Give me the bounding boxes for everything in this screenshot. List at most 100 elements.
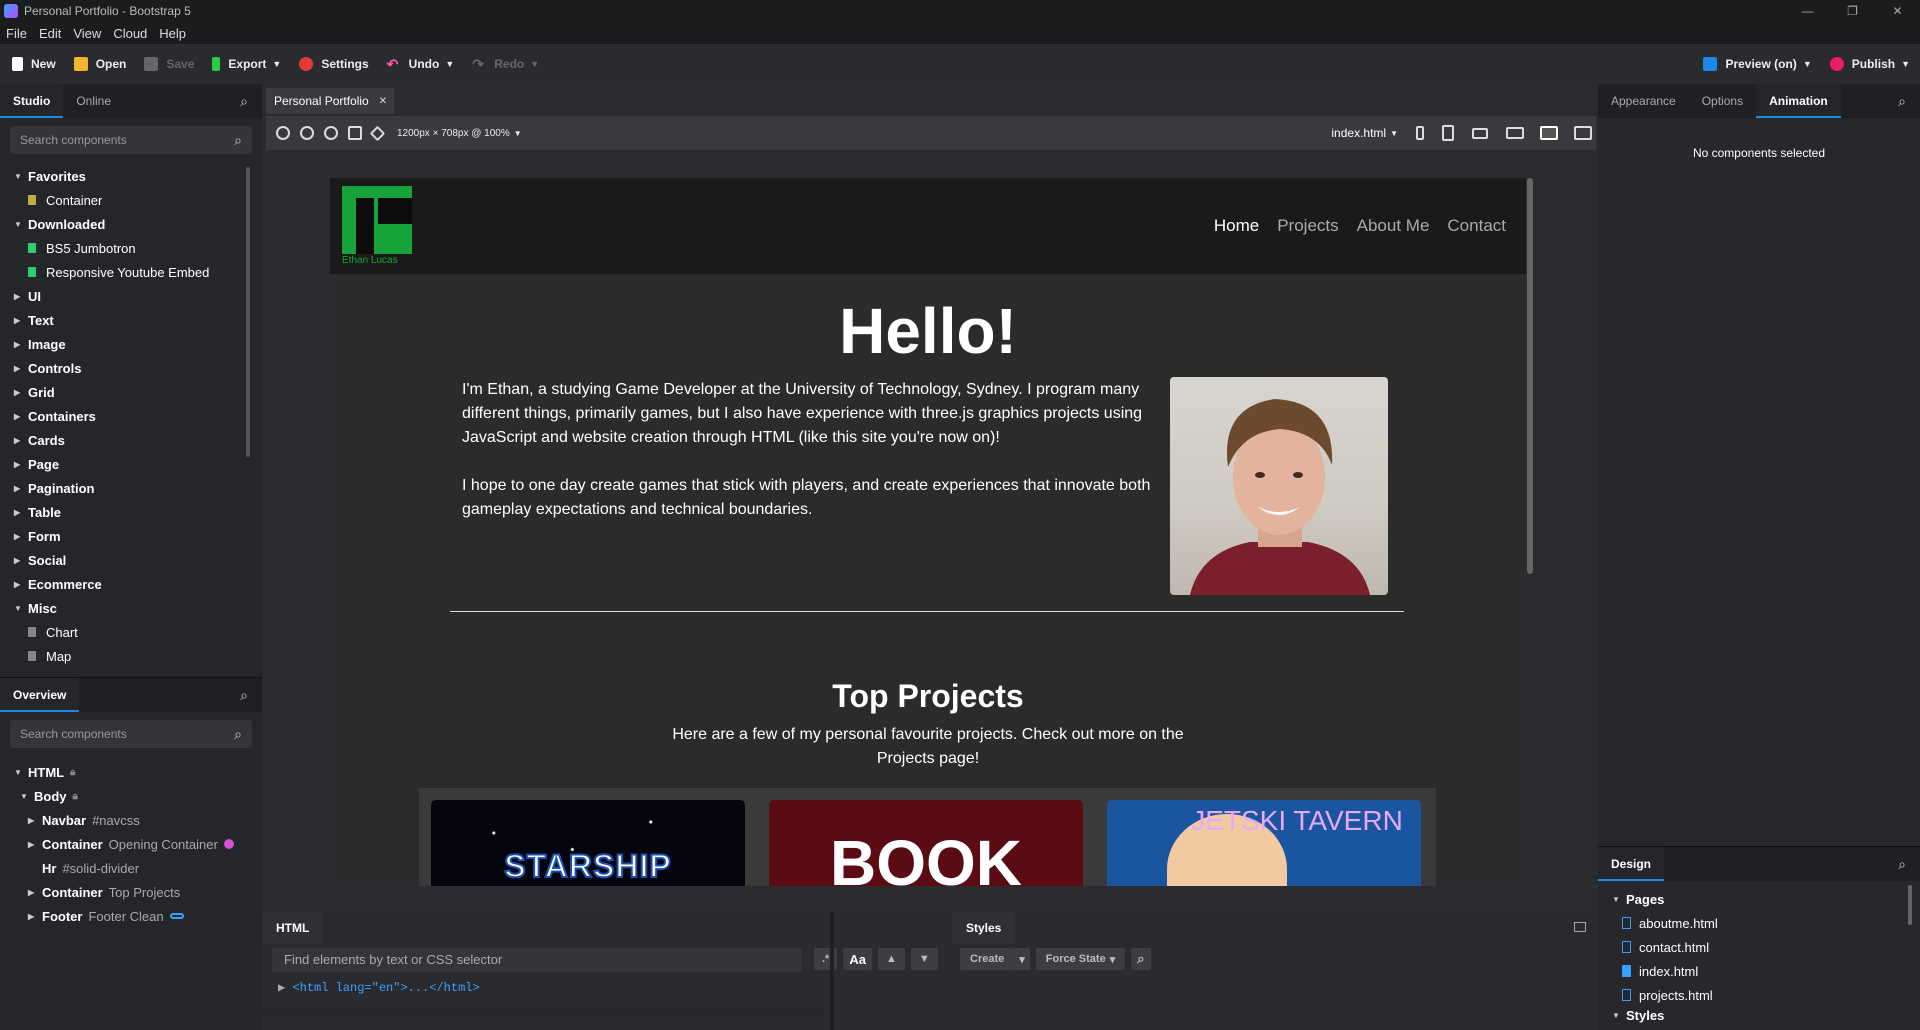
node-hr[interactable]: Hr #solid-divider xyxy=(14,856,262,880)
close-button[interactable]: ✕ xyxy=(1875,0,1920,22)
nav-projects[interactable]: Projects xyxy=(1277,216,1338,236)
menu-file[interactable]: File xyxy=(6,26,27,41)
tree-item-container[interactable]: Container xyxy=(14,188,262,212)
tree-group[interactable]: ▶ Cards xyxy=(14,428,262,452)
node-body[interactable]: ▼ Body 🔒︎ xyxy=(14,784,262,808)
page-select[interactable]: index.html xyxy=(1331,126,1386,140)
tab-overview[interactable]: Overview xyxy=(0,678,80,712)
minimize-button[interactable]: — xyxy=(1785,0,1830,22)
tree-group[interactable]: ▶ Containers xyxy=(14,404,262,428)
preview-scrollbar[interactable] xyxy=(1527,178,1533,574)
device-tablet-landscape-icon[interactable] xyxy=(1472,127,1488,139)
tab-appearance[interactable]: Appearance xyxy=(1598,84,1689,118)
search-icon[interactable]: ⌕ xyxy=(1898,856,1906,873)
open-button[interactable]: Open xyxy=(73,57,126,71)
tab-html[interactable]: HTML xyxy=(262,912,324,944)
expand-icon[interactable] xyxy=(1574,922,1586,932)
tab-design[interactable]: Design xyxy=(1598,847,1665,881)
site-logo[interactable]: Ethan Lucas xyxy=(342,186,412,266)
device-phone-icon[interactable] xyxy=(1416,126,1424,140)
device-laptop-icon[interactable] xyxy=(1506,127,1524,139)
redo-button[interactable]: ↷ Redo ▼ xyxy=(472,57,539,71)
tree-group[interactable]: ▶ Ecommerce xyxy=(14,572,262,596)
device-tablet-icon[interactable] xyxy=(1442,125,1454,141)
tab-styles[interactable]: Styles xyxy=(952,912,1016,944)
tab-studio[interactable]: Studio xyxy=(0,84,64,118)
tree-item-bs5-jumbotron[interactable]: BS5 Jumbotron xyxy=(14,236,262,260)
panel-splitter[interactable] xyxy=(830,912,834,1030)
tree-group[interactable]: ▶ Text xyxy=(14,308,262,332)
document-tab[interactable]: Personal Portfolio ✕ xyxy=(266,88,394,114)
node-container[interactable]: ▶ Container Top Projects xyxy=(14,880,262,904)
tree-group[interactable]: ▶ Social xyxy=(14,548,262,572)
tree-item-chart[interactable]: Chart xyxy=(14,620,262,644)
menu-edit[interactable]: Edit xyxy=(39,26,61,41)
tree-group[interactable]: ▶ Controls xyxy=(14,356,262,380)
menu-help[interactable]: Help xyxy=(159,26,186,41)
page-item-active[interactable]: index.html xyxy=(1598,959,1920,983)
page-item[interactable]: contact.html xyxy=(1598,935,1920,959)
force-state-button[interactable]: Force State ▾ xyxy=(1035,948,1126,970)
page-item[interactable]: projects.html xyxy=(1598,983,1920,1007)
tree-group[interactable]: ▶ Page xyxy=(14,452,262,476)
next-match-button[interactable]: ▼ xyxy=(910,948,938,970)
project-card-jetski[interactable]: JETSKI TAVERN xyxy=(1107,800,1421,886)
tree-item-youtube-embed[interactable]: Responsive Youtube Embed xyxy=(14,260,262,284)
tree-group[interactable]: ▶ Table xyxy=(14,500,262,524)
device-wide-icon[interactable] xyxy=(1574,126,1592,140)
tree-group[interactable]: ▶ Image xyxy=(14,332,262,356)
prev-match-button[interactable]: ▲ xyxy=(877,948,905,970)
publish-button[interactable]: Publish ▼ xyxy=(1829,57,1910,71)
component-search-input[interactable]: Search components ⌕ xyxy=(10,126,252,154)
match-case-button[interactable]: Aa xyxy=(843,948,872,970)
tree-downloaded[interactable]: ▼ Downloaded xyxy=(14,212,262,236)
new-button[interactable]: New xyxy=(12,57,56,71)
project-card-starship[interactable]: STARSHIP xyxy=(431,800,745,886)
chevron-down-icon[interactable]: ▾ xyxy=(1014,948,1030,970)
device-desktop-icon[interactable] xyxy=(1540,126,1558,140)
undo-button[interactable]: ↶ Undo ▼ xyxy=(387,57,455,71)
node-html[interactable]: ▼ HTML 🔒︎ xyxy=(14,760,262,784)
create-button[interactable]: Create xyxy=(960,948,1015,970)
canvas-size-select[interactable]: 1200px × 708px @ 100% xyxy=(397,128,510,139)
tab-options[interactable]: Options xyxy=(1689,84,1756,118)
close-icon[interactable]: ✕ xyxy=(379,96,387,107)
search-icon[interactable]: ⌕ xyxy=(240,687,248,704)
tree-misc[interactable]: ▼ Misc xyxy=(14,596,262,620)
left-scrollbar[interactable] xyxy=(246,167,250,457)
search-icon[interactable]: ⌕ xyxy=(1131,948,1151,970)
nav-contact[interactable]: Contact xyxy=(1447,216,1506,236)
export-button[interactable]: Export ▼ xyxy=(212,57,281,71)
zoom-in-icon[interactable] xyxy=(276,126,290,140)
html-code-line[interactable]: ▶ <html lang="en">...</html> xyxy=(278,980,480,995)
toggle-icon[interactable] xyxy=(324,126,338,140)
tree-favorites[interactable]: ▼ Favorites xyxy=(14,164,262,188)
preview-button[interactable]: Preview (on) ▼ xyxy=(1703,57,1812,71)
menu-view[interactable]: View xyxy=(73,26,101,41)
tree-item-map[interactable]: Map xyxy=(14,644,262,668)
overview-search-input[interactable]: Search components ⌕ xyxy=(10,720,252,748)
search-icon[interactable]: ⌕ xyxy=(1898,93,1906,110)
node-footer[interactable]: ▶ Footer Footer Clean xyxy=(14,904,262,928)
tree-group[interactable]: ▶ Grid xyxy=(14,380,262,404)
node-container[interactable]: ▶ Container Opening Container xyxy=(14,832,262,856)
design-scrollbar[interactable] xyxy=(1908,885,1912,925)
tree-group[interactable]: ▶ UI xyxy=(14,284,262,308)
zoom-out-icon[interactable] xyxy=(300,126,314,140)
styles-group[interactable]: ▼ Styles xyxy=(1598,1007,1920,1023)
node-navbar[interactable]: ▶ Navbar #navcss xyxy=(14,808,262,832)
layers-icon[interactable] xyxy=(369,125,386,141)
menu-cloud[interactable]: Cloud xyxy=(113,26,147,41)
save-button[interactable]: Save xyxy=(144,57,194,71)
settings-button[interactable]: Settings xyxy=(299,57,369,71)
page-item[interactable]: aboutme.html xyxy=(1598,911,1920,935)
nav-home[interactable]: Home xyxy=(1214,216,1259,236)
project-card-book[interactable]: BOOK xyxy=(769,800,1083,886)
tree-group[interactable]: ▶ Form xyxy=(14,524,262,548)
image-icon[interactable] xyxy=(348,126,362,140)
tab-online[interactable]: Online xyxy=(63,84,124,118)
pages-group[interactable]: ▼ Pages xyxy=(1598,887,1920,911)
tab-animation[interactable]: Animation xyxy=(1756,84,1841,118)
find-elements-input[interactable]: Find elements by text or CSS selector xyxy=(272,948,802,972)
maximize-button[interactable]: ❐ xyxy=(1830,0,1875,22)
